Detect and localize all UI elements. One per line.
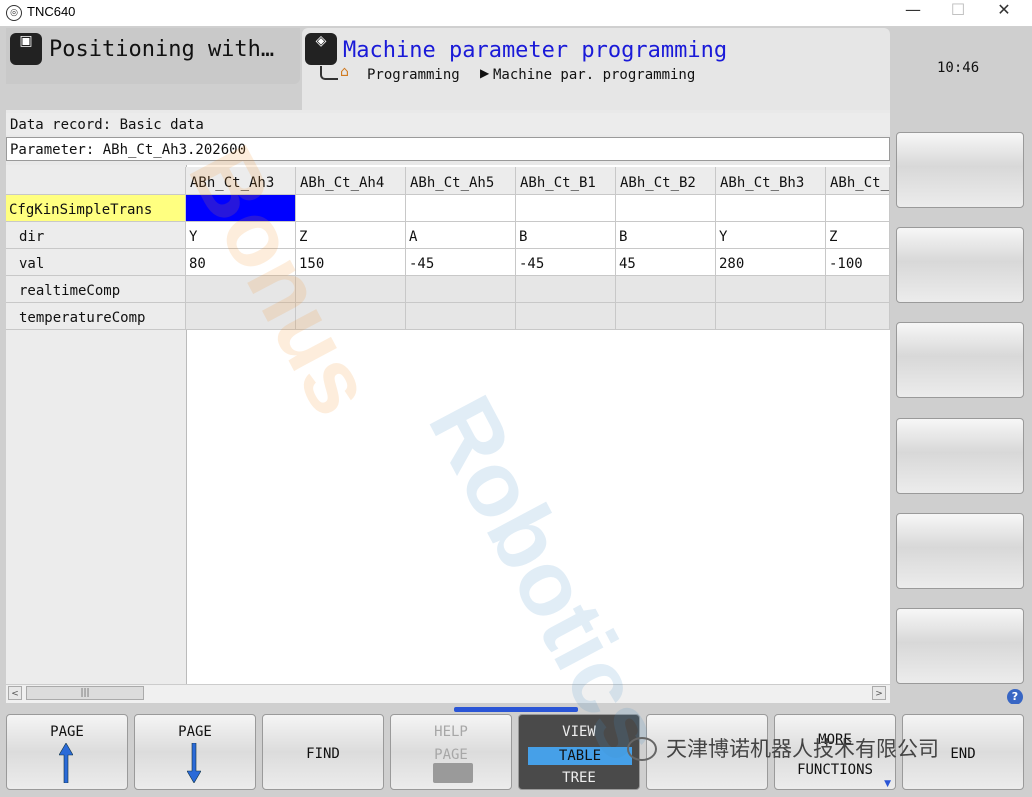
breadcrumb-item-programming[interactable]: Programming — [367, 67, 460, 83]
close-button[interactable]: ✕ — [981, 0, 1027, 26]
vertical-softkey-4[interactable] — [896, 418, 1024, 494]
minimize-button[interactable]: — — [890, 0, 936, 26]
table-cell[interactable]: B — [616, 222, 716, 249]
scroll-right-button[interactable]: > — [872, 686, 886, 700]
view-tree-option[interactable]: TREE — [519, 770, 639, 786]
table-cell[interactable] — [616, 303, 716, 330]
group-cell[interactable] — [616, 195, 716, 222]
breadcrumb-arrow-icon: ▶ — [480, 66, 490, 80]
page-up-button[interactable]: PAGE — [6, 714, 128, 790]
table-cell[interactable] — [406, 276, 516, 303]
page-down-label: PAGE — [178, 724, 212, 740]
table-cell[interactable] — [716, 276, 826, 303]
arrow-down-icon — [187, 743, 201, 783]
row-label[interactable]: temperatureComp — [6, 303, 186, 330]
group-cell[interactable] — [826, 195, 890, 222]
table-corner — [6, 167, 186, 195]
column-header[interactable]: ABh_Ct_Ah4 — [296, 167, 406, 195]
column-header[interactable]: ABh_Ct_B2 — [616, 167, 716, 195]
table-cell[interactable]: -45 — [406, 249, 516, 276]
vertical-softkey-5[interactable] — [896, 513, 1024, 589]
table-cell[interactable]: 280 — [716, 249, 826, 276]
table-cell[interactable]: -45 — [516, 249, 616, 276]
group-row-label[interactable]: CfgKinSimpleTrans — [6, 195, 186, 222]
find-label: FIND — [306, 746, 340, 762]
help-page-button[interactable]: HELP PAGE — [390, 714, 512, 790]
programming-mode-icon: ◈ — [305, 33, 337, 65]
vertical-softkey-2[interactable] — [896, 227, 1024, 303]
row-label[interactable]: realtimeComp — [6, 276, 186, 303]
clock: 10:46 — [937, 60, 980, 76]
maximize-button[interactable]: ☐ — [935, 0, 981, 26]
vertical-softkey-6[interactable] — [896, 608, 1024, 684]
window-title: TNC640 — [27, 4, 76, 19]
group-cell[interactable] — [716, 195, 826, 222]
column-header[interactable]: ABh_Ct_Ah5 — [406, 167, 516, 195]
page-down-button[interactable]: PAGE — [134, 714, 256, 790]
help-icon[interactable]: ? — [1007, 689, 1023, 705]
breadcrumb-connector — [320, 66, 338, 80]
group-cell[interactable] — [516, 195, 616, 222]
vertical-softkey-3[interactable] — [896, 322, 1024, 398]
column-header[interactable]: ABh_Ct_Bh3 — [716, 167, 826, 195]
vertical-softkey-1[interactable] — [896, 132, 1024, 208]
mode-right-title: Machine parameter programming — [343, 38, 728, 63]
more-label-line2: FUNCTIONS — [797, 762, 873, 778]
scroll-left-button[interactable]: < — [8, 686, 22, 700]
table-cell[interactable]: A — [406, 222, 516, 249]
wechat-caption: 天津博诺机器人技术有限公司 — [666, 737, 939, 761]
row-label[interactable]: dir — [6, 222, 186, 249]
table-cell[interactable]: Y — [716, 222, 826, 249]
positioning-mode-icon: ▣ — [10, 33, 42, 65]
scroll-thumb[interactable]: ||| — [26, 686, 144, 700]
column-header[interactable]: ABh_Ct_B1 — [516, 167, 616, 195]
table-cell[interactable]: 45 — [616, 249, 716, 276]
column-header[interactable]: ABh_Ct_ — [826, 167, 890, 195]
group-cell[interactable] — [296, 195, 406, 222]
data-record-label: Data record: Basic data — [10, 117, 204, 133]
page-up-label: PAGE — [50, 724, 84, 740]
table-cell[interactable] — [716, 303, 826, 330]
window-titlebar — [0, 0, 1032, 27]
mode-left-title: Positioning with… — [49, 37, 275, 62]
help-label-line1: HELP — [434, 724, 468, 740]
table-cell[interactable] — [826, 303, 890, 330]
find-button[interactable]: FIND — [262, 714, 384, 790]
breadcrumb-item-machine-par: Machine par. programming — [493, 67, 696, 83]
submenu-indicator-icon: ▼ — [884, 779, 891, 789]
row-label[interactable]: val — [6, 249, 186, 276]
table-cell[interactable] — [826, 276, 890, 303]
table-cell[interactable] — [516, 276, 616, 303]
home-icon: ⌂ — [340, 64, 349, 80]
group-cell[interactable] — [406, 195, 516, 222]
table-cell[interactable]: Z — [826, 222, 890, 249]
help-page-icon — [433, 763, 473, 783]
table-cell[interactable] — [516, 303, 616, 330]
table-cell[interactable]: B — [516, 222, 616, 249]
help-label-line2: PAGE — [434, 747, 468, 763]
arrow-up-icon — [59, 743, 73, 783]
table-cell[interactable]: -100 — [826, 249, 890, 276]
app-logo-icon: ◎ — [6, 5, 22, 21]
table-cell[interactable] — [616, 276, 716, 303]
table-cell[interactable] — [406, 303, 516, 330]
